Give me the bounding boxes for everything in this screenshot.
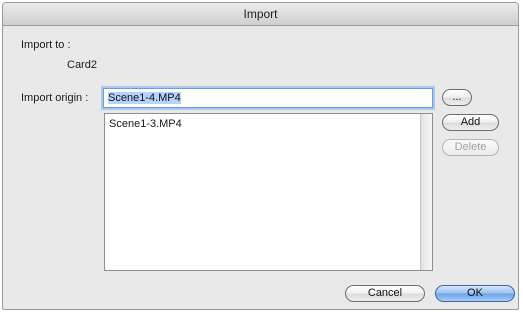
add-button[interactable]: Add <box>442 114 499 131</box>
browse-button[interactable]: ... <box>442 89 472 106</box>
import-origin-value: Scene1-4.MP4 <box>108 92 181 104</box>
title-bar: Import <box>3 3 518 26</box>
cancel-button[interactable]: Cancel <box>345 285 425 302</box>
window-title: Import <box>243 7 278 21</box>
list-item[interactable]: Scene1-3.MP4 <box>109 118 182 130</box>
delete-button[interactable]: Delete <box>442 139 499 156</box>
import-origin-field[interactable]: Scene1-4.MP4 <box>103 88 433 108</box>
import-origin-label: Import origin : <box>21 92 89 104</box>
import-to-value: Card2 <box>67 59 97 71</box>
file-list[interactable]: Scene1-3.MP4 <box>104 113 433 271</box>
import-to-label: Import to : <box>21 39 71 51</box>
ok-button[interactable]: OK <box>435 285 515 302</box>
import-dialog: Import Import to : Card2 Import origin :… <box>2 2 519 310</box>
vertical-scrollbar[interactable] <box>420 114 432 270</box>
